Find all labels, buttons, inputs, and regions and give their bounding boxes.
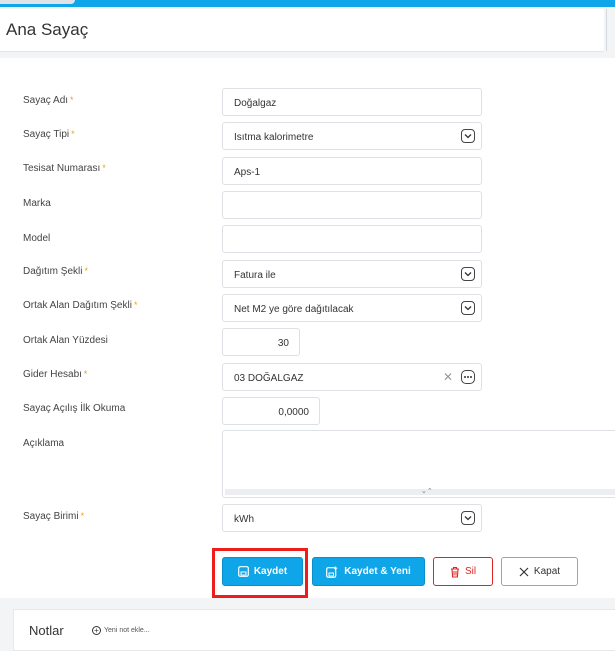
clear-icon[interactable]: ✕ [443,371,453,383]
chevron-down-icon[interactable] [461,301,475,315]
top-tab[interactable] [0,0,75,4]
marka-label: Marka [23,198,51,209]
aciklama-label: Açıklama [23,438,65,449]
page-header: Ana Sayaç [0,9,604,52]
save-new-icon [326,566,338,578]
delete-label: Sil [464,566,477,577]
sayac-tipi-select[interactable]: Isıtma kalorimetre [222,122,482,150]
plus-icon: + [92,626,101,635]
marka-input[interactable] [222,191,482,219]
resize-grip-icon: ⌄⌃ [421,488,433,495]
chevron-down-icon[interactable] [461,267,475,281]
ortak-alan-dagitim-label: Ortak Alan Dağıtım Şekli * [23,300,138,311]
textarea-resize-handle[interactable]: ⌄⌃ [225,488,615,495]
header-divider [606,9,607,51]
delete-button[interactable]: Sil [433,557,493,586]
trash-icon [450,566,459,578]
save-new-label: Kaydet & Yeni [344,566,411,577]
top-accent-bar [0,0,615,7]
tesisat-numarasi-label: Tesisat Numarası * [23,163,106,174]
page-title: Ana Sayaç [6,20,89,39]
notes-title: Notlar [29,623,64,638]
ortak-alan-yuzdesi-input[interactable]: 30 [222,328,300,356]
aciklama-textarea[interactable]: ⌄⌃ [222,430,615,498]
dagitim-sekli-select[interactable]: Fatura ile [222,260,482,288]
chevron-down-icon[interactable] [461,511,475,525]
ortak-alan-yuzdesi-label: Ortak Alan Yüzdesi [23,335,108,346]
sayac-birimi-select[interactable]: kWh [222,504,482,532]
sayac-adi-label: Sayaç Adı * [23,95,74,106]
dagitim-sekli-label: Dağıtım Şekli * [23,266,88,277]
sayac-birimi-label: Sayaç Birimi * [23,511,85,522]
ilk-okuma-input[interactable]: 0,0000 [222,397,320,425]
save-highlight-box [212,548,308,598]
notes-panel: Notlar + Yeni not ekle... [13,609,615,651]
sayac-tipi-label: Sayaç Tipi * [23,129,75,140]
close-icon [519,567,529,576]
ilk-okuma-label: Sayaç Açılış İlk Okuma [23,403,126,414]
model-label: Model [23,233,51,244]
close-label: Kapat [533,566,561,577]
gider-hesabi-label: Gider Hesabı * [23,369,88,380]
tesisat-numarasi-input[interactable]: Aps-1 [222,157,482,185]
more-options-icon[interactable] [461,370,475,384]
gider-hesabi-lookup[interactable]: 03 DOĞALGAZ ✕ [222,363,482,391]
save-new-button[interactable]: Kaydet & Yeni [312,557,425,586]
model-input[interactable] [222,225,482,253]
sayac-adi-input[interactable]: Doğalgaz [222,88,482,116]
chevron-down-icon[interactable] [461,129,475,143]
add-note-link[interactable]: + Yeni not ekle... [92,626,150,635]
close-button[interactable]: Kapat [501,557,578,586]
ortak-alan-dagitim-select[interactable]: Net M2 ye göre dağıtılacak [222,294,482,322]
add-note-label: Yeni not ekle... [104,627,150,634]
